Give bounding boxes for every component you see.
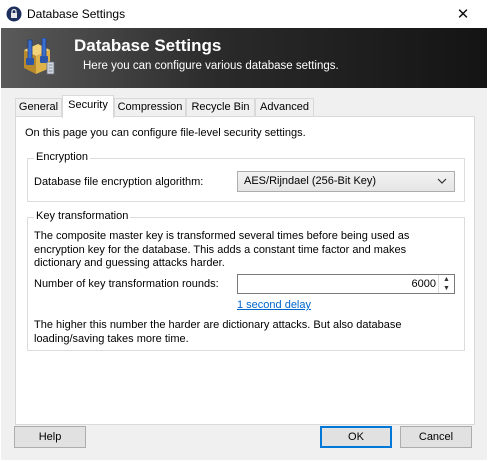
security-tab-panel: On this page you can configure file-leve… bbox=[15, 116, 475, 425]
key-transformation-group-legend: Key transformation bbox=[34, 210, 131, 222]
tab-general[interactable]: General bbox=[15, 98, 62, 117]
key-transformation-note: The higher this number the harder are di… bbox=[34, 319, 402, 345]
rounds-value[interactable]: 6000 bbox=[412, 278, 436, 290]
header-banner: Database Settings Here you can configure… bbox=[1, 28, 487, 88]
database-settings-icon bbox=[24, 38, 55, 75]
rounds-stepper[interactable]: 6000 ▲ ▼ bbox=[237, 274, 455, 294]
dialog-body: General Security Compression Recycle Bin… bbox=[1, 88, 487, 460]
tab-security[interactable]: Security bbox=[62, 95, 114, 118]
chevron-down-icon bbox=[437, 178, 447, 184]
one-second-delay-link[interactable]: 1 second delay bbox=[237, 299, 311, 311]
ok-button[interactable]: OK bbox=[320, 426, 392, 448]
cancel-button[interactable]: Cancel bbox=[400, 426, 472, 448]
tab-compression[interactable]: Compression bbox=[114, 98, 186, 117]
banner-subtitle: Here you can configure various database … bbox=[83, 60, 339, 72]
stepper-down-icon[interactable]: ▼ bbox=[439, 284, 454, 293]
key-transformation-group: Key transformation The composite master … bbox=[27, 210, 465, 351]
tab-recycle-bin[interactable]: Recycle Bin bbox=[186, 98, 255, 117]
close-icon: ✕ bbox=[456, 6, 470, 23]
rounds-stepper-arrows: ▲ ▼ bbox=[438, 275, 454, 293]
title-bar: Database Settings ✕ bbox=[0, 0, 488, 28]
banner-title: Database Settings bbox=[74, 36, 222, 55]
encryption-algorithm-value: AES/Rijndael (256-Bit Key) bbox=[244, 175, 377, 187]
key-transformation-description: The composite master key is transformed … bbox=[34, 230, 410, 269]
rounds-label: Number of key transformation rounds: bbox=[34, 278, 219, 290]
tab-advanced[interactable]: Advanced bbox=[255, 98, 314, 117]
encryption-group: Encryption Database file encryption algo… bbox=[27, 151, 465, 202]
stepper-up-icon[interactable]: ▲ bbox=[439, 275, 454, 284]
encryption-algorithm-label: Database file encryption algorithm: bbox=[34, 176, 204, 188]
help-button[interactable]: Help bbox=[14, 426, 86, 448]
encryption-group-legend: Encryption bbox=[34, 151, 90, 163]
encryption-algorithm-select[interactable]: AES/Rijndael (256-Bit Key) bbox=[237, 171, 455, 192]
close-button[interactable]: ✕ bbox=[440, 0, 486, 28]
security-intro-text: On this page you can configure file-leve… bbox=[25, 127, 306, 139]
lock-icon bbox=[6, 6, 22, 22]
window-title: Database Settings bbox=[27, 7, 126, 21]
